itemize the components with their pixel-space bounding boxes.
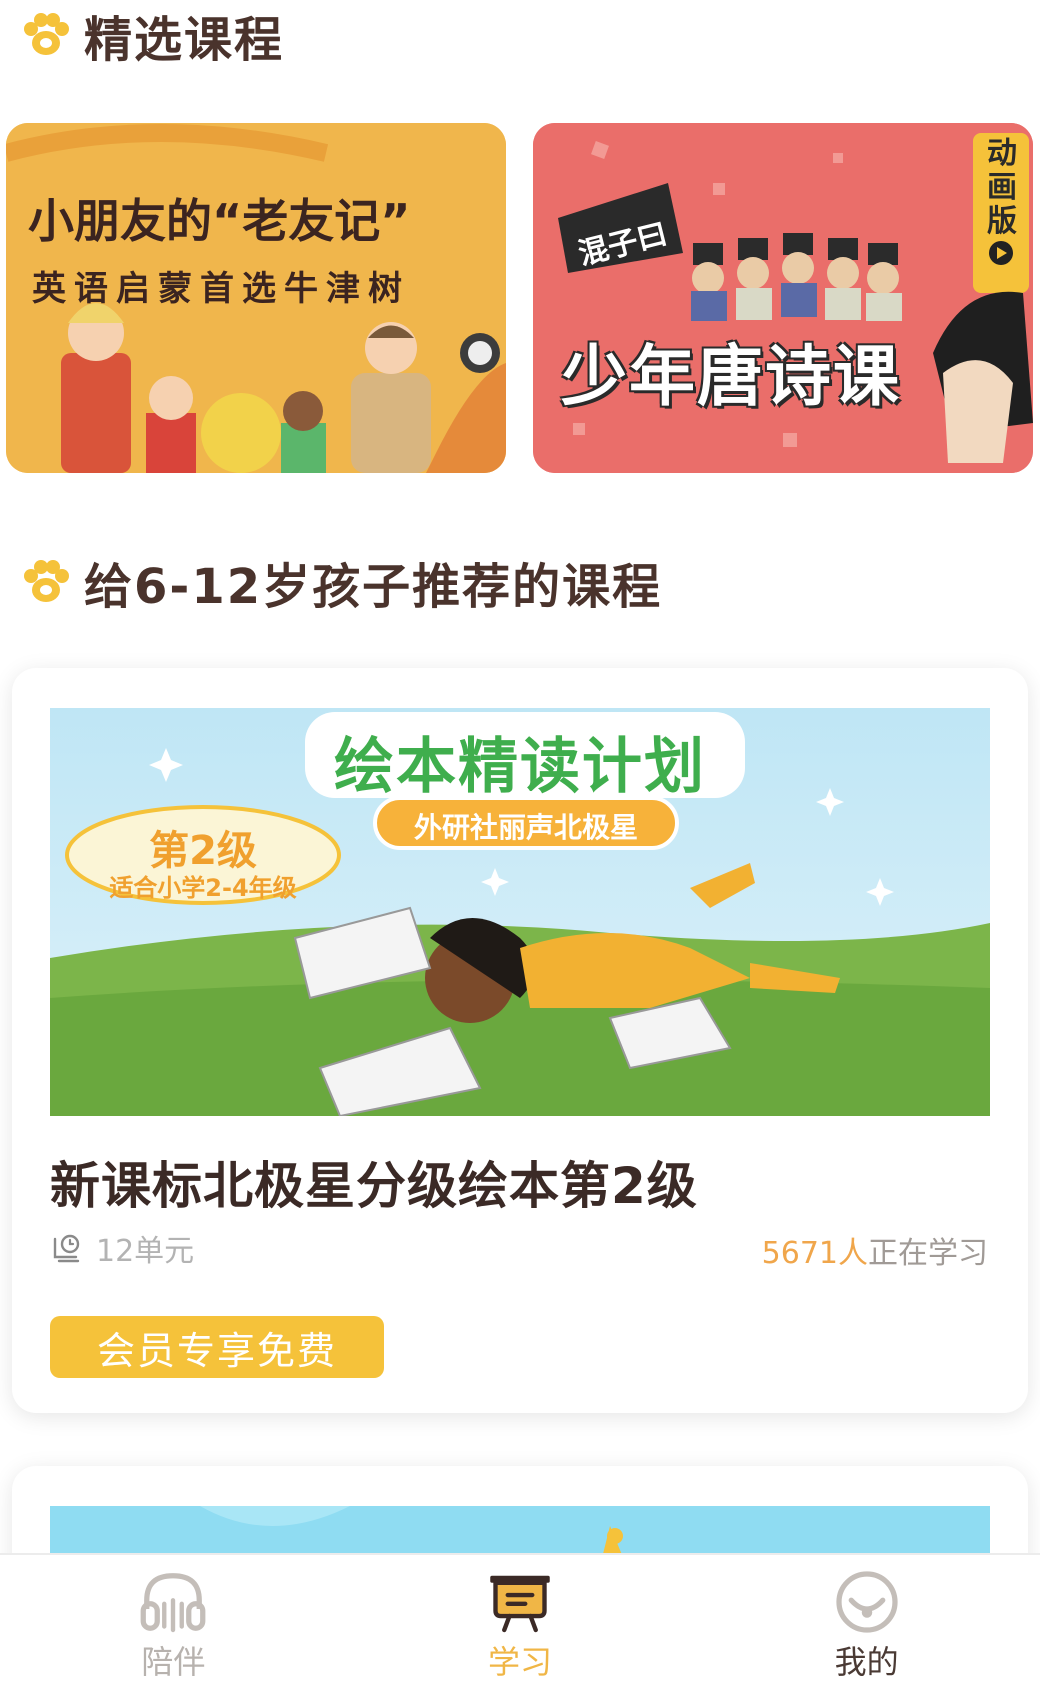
paw-icon (24, 13, 69, 55)
tab-mine[interactable]: 我的 (693, 1555, 1040, 1683)
cover-grade: 适合小学2-4年级 (109, 874, 297, 902)
recommend-title: 给6-12岁孩子推荐的课程 (84, 559, 663, 615)
course-cover: 绘本精读计划 外研社丽声北极星 第2级 适合小学2-4年级 (50, 708, 990, 1116)
course-units: 12单元 (52, 1226, 194, 1270)
banner-illustration (533, 123, 1033, 473)
tab-label: 陪伴 (141, 1643, 206, 1681)
bottom-tab-bar: 陪伴 学习 我的 (0, 1553, 1040, 1683)
learner-count: 5671人 (761, 1236, 868, 1271)
banner2-title: 少年唐诗课 (561, 338, 901, 415)
learner-text: 正在学习 (868, 1236, 988, 1271)
tab-label: 学习 (488, 1643, 553, 1681)
featured-title: 精选课程 (84, 12, 285, 68)
tang-poetry-banner[interactable]: 混子曰 少年唐诗课 动画版 (533, 123, 1033, 473)
blackboard-icon (490, 1575, 550, 1633)
headphones-icon (140, 1573, 206, 1633)
member-free-button[interactable]: 会员专享免费 (50, 1316, 384, 1378)
banner1-subtitle: 英语启蒙首选牛津树 (32, 269, 410, 309)
recommend-header: 给6-12岁孩子推荐的课程 (20, 547, 662, 617)
cover-publisher: 外研社丽声北极星 (413, 811, 638, 844)
oxford-tree-banner[interactable]: 小朋友的“老友记” 英语启蒙首选牛津树 (6, 123, 506, 473)
smiley-icon (836, 1571, 898, 1633)
course-card[interactable]: 绘本精读计划 外研社丽声北极星 第2级 适合小学2-4年级 新课标北极星分级绘本… (12, 668, 1028, 1413)
cover-title: 绘本精读计划 (334, 732, 706, 802)
units-count: 12单元 (96, 1234, 195, 1269)
animation-badge: 动画版 (987, 136, 1017, 239)
clock-book-icon (53, 1234, 80, 1263)
tab-companion[interactable]: 陪伴 (0, 1555, 347, 1683)
learner-stats: 5671人正在学习 (762, 1228, 988, 1272)
tab-study[interactable]: 学习 (347, 1555, 694, 1683)
paw-icon (24, 560, 69, 602)
banner1-title: 小朋友的“老友记” (28, 194, 411, 248)
course-title: 新课标北极星分级绘本第2级 (50, 1157, 698, 1215)
featured-header: 精选课程 (20, 0, 284, 70)
tab-label: 我的 (834, 1643, 899, 1681)
